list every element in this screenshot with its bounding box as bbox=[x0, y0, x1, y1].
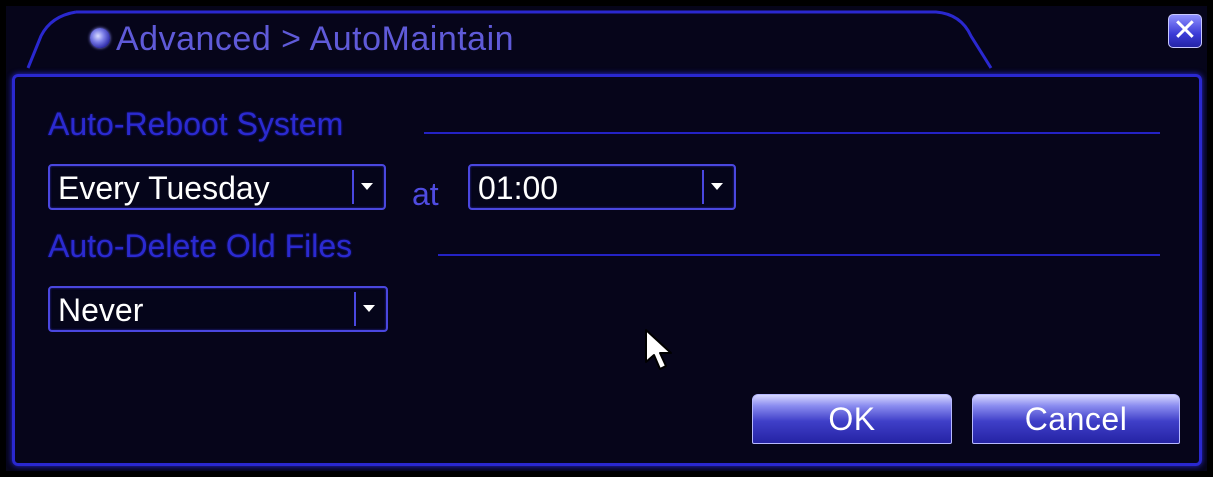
window-title: Advanced > AutoMaintain bbox=[116, 20, 515, 58]
cancel-button[interactable]: Cancel bbox=[972, 394, 1180, 444]
ok-button[interactable]: OK bbox=[752, 394, 952, 444]
auto-delete-divider bbox=[438, 254, 1160, 256]
at-label: at bbox=[412, 176, 439, 212]
disc-icon bbox=[90, 28, 110, 48]
delete-files-select[interactable]: Never bbox=[48, 286, 388, 332]
reboot-time-value: 01:00 bbox=[478, 170, 559, 206]
chevron-down-icon[interactable] bbox=[354, 292, 382, 326]
reboot-day-value: Every Tuesday bbox=[58, 170, 270, 206]
chevron-down-icon[interactable] bbox=[702, 170, 730, 204]
reboot-time-select[interactable]: 01:00 bbox=[468, 164, 736, 210]
auto-reboot-divider bbox=[424, 132, 1160, 134]
delete-files-value: Never bbox=[58, 292, 144, 328]
chevron-down-icon[interactable] bbox=[352, 170, 380, 204]
mouse-pointer-icon bbox=[645, 329, 672, 370]
close-button[interactable]: ✕ bbox=[1168, 14, 1202, 48]
reboot-day-select[interactable]: Every Tuesday bbox=[48, 164, 386, 210]
auto-delete-section-title: Auto-Delete Old Files bbox=[48, 228, 353, 264]
close-icon: ✕ bbox=[1172, 14, 1198, 47]
auto-reboot-section-title: Auto-Reboot System bbox=[48, 106, 344, 142]
auto-maintain-window: Advanced > AutoMaintain ✕ Auto-Reboot Sy… bbox=[6, 6, 1207, 471]
